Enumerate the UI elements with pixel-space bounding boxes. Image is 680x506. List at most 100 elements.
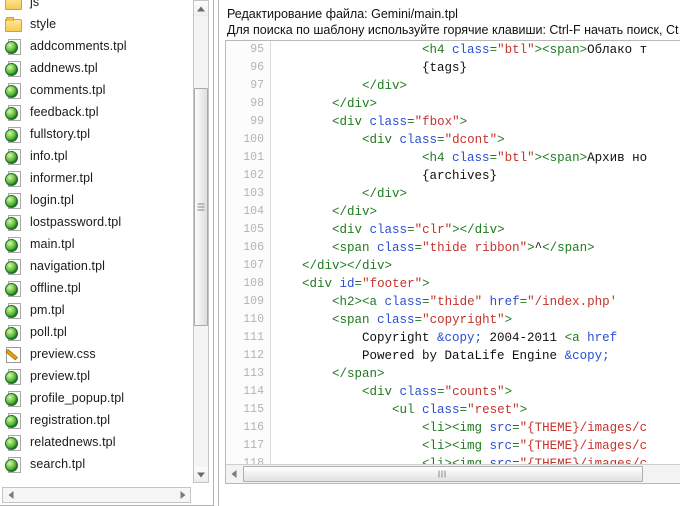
file-list-item[interactable]: navigation.tpl	[0, 255, 192, 277]
file-list-item[interactable]: js	[0, 0, 192, 13]
file-list-item[interactable]: offline.tpl	[0, 277, 192, 299]
grip-icon	[197, 203, 205, 211]
file-list-item[interactable]: style	[0, 13, 192, 35]
code-line[interactable]: <li><img src="{THEME}/images/c	[272, 419, 647, 437]
file-list-item[interactable]: comments.tpl	[0, 79, 192, 101]
scroll-down-arrow-button[interactable]	[194, 467, 208, 482]
file-list-item-label: comments.tpl	[30, 83, 106, 97]
code-line[interactable]: Copyright &copy; 2004-2011 <a href	[272, 329, 647, 347]
scroll-right-arrow-button[interactable]	[175, 488, 190, 502]
code-line[interactable]: <h4 class="btl"><span>Архив но	[272, 149, 647, 167]
code-token: ^	[534, 241, 543, 255]
line-number-gutter: 95 96 97 98 99 100 101 102 103 104 105 106 107 108 109…	[226, 41, 271, 465]
code-line[interactable]: </span>	[272, 365, 647, 383]
file-list-vertical-scrollbar[interactable]	[193, 0, 209, 483]
file-list-item[interactable]: registration.tpl	[0, 409, 192, 431]
code-token: &copy;	[564, 349, 610, 363]
code-token: </span>	[542, 241, 595, 255]
code-line[interactable]: <ul class="reset">	[272, 401, 647, 419]
code-token: "footer"	[362, 277, 423, 291]
code-line[interactable]: <h2><a class="thide" href="/index.php'	[272, 293, 647, 311]
code-token: "fbox"	[414, 115, 460, 129]
file-list-item[interactable]: preview.tpl	[0, 365, 192, 387]
code-token: <h2><a	[332, 295, 385, 309]
code-line[interactable]: <span class="thide ribbon">^</span>	[272, 239, 647, 257]
code-line[interactable]: </div>	[272, 203, 647, 221]
file-list-item[interactable]: addcomments.tpl	[0, 35, 192, 57]
code-line[interactable]: <div class="fbox">	[272, 113, 647, 131]
code-token: class	[384, 295, 423, 309]
file-list-item[interactable]: feedback.tpl	[0, 101, 192, 123]
code-line[interactable]: <div class="dcont">	[272, 131, 647, 149]
code-token: <div	[302, 277, 340, 291]
code-token: =	[437, 133, 445, 147]
code-line[interactable]: {archives}	[272, 167, 647, 185]
file-list-scroll-thumb[interactable]	[194, 88, 208, 326]
line-number: 100	[243, 133, 264, 146]
code-scroll-thumb[interactable]	[243, 466, 643, 482]
file-list-item[interactable]: searchresult.tpl	[0, 475, 192, 478]
file-list-item[interactable]: relatednews.tpl	[0, 431, 192, 453]
code-scroll-left-arrow-button[interactable]	[226, 465, 242, 483]
line-number: 97	[250, 79, 264, 92]
code-line[interactable]: <li><img src="{THEME}/images/c	[272, 437, 647, 455]
file-list[interactable]: js style addcomments.tpl addnews.tpl comment…	[0, 0, 192, 478]
template-file-icon	[5, 60, 21, 77]
code-line[interactable]: {tags}	[272, 59, 647, 77]
code-line[interactable]: <div id="footer">	[272, 275, 647, 293]
triangle-left-icon	[231, 470, 237, 478]
scroll-left-arrow-button[interactable]	[3, 488, 18, 502]
file-list-horizontal-scrollbar[interactable]	[2, 487, 191, 503]
code-token: "reset"	[467, 403, 520, 417]
file-list-item-label: preview.css	[30, 347, 96, 361]
code-token: =	[519, 295, 528, 309]
file-list-item-label: poll.tpl	[30, 325, 67, 339]
file-list-item[interactable]: search.tpl	[0, 453, 192, 475]
code-line[interactable]: <div class="clr"></div>	[272, 221, 647, 239]
scroll-up-arrow-button[interactable]	[194, 1, 208, 16]
grip-icon	[438, 470, 448, 478]
file-list-item-label: offline.tpl	[30, 281, 81, 295]
template-editor-screen: js style addcomments.tpl addnews.tpl comment…	[0, 0, 680, 506]
code-token: "{THEME}/images/c	[519, 421, 648, 435]
file-list-item[interactable]: pm.tpl	[0, 299, 192, 321]
code-scroll-area[interactable]: 95 96 97 98 99 100 101 102 103 104 105 106 107 108 109…	[226, 41, 680, 465]
code-line[interactable]: <span class="copyright">	[272, 311, 647, 329]
file-list-item-label: navigation.tpl	[30, 259, 106, 273]
code-line[interactable]: Powered by DataLife Engine &copy;	[272, 347, 647, 365]
code-line[interactable]: <h4 class="btl"><span>Облако т	[272, 41, 647, 59]
code-horizontal-scrollbar[interactable]	[226, 464, 680, 483]
file-list-item-label: pm.tpl	[30, 303, 65, 317]
file-list-item[interactable]: login.tpl	[0, 189, 192, 211]
file-list-item[interactable]: informer.tpl	[0, 167, 192, 189]
file-list-item-label: login.tpl	[30, 193, 74, 207]
template-file-icon	[5, 390, 21, 407]
code-token: class	[377, 313, 415, 327]
template-file-icon	[5, 368, 21, 385]
code-line[interactable]: <div class="counts">	[272, 383, 647, 401]
code-token: </div></div>	[302, 259, 393, 273]
code-line[interactable]: </div>	[272, 185, 647, 203]
file-list-item[interactable]: poll.tpl	[0, 321, 192, 343]
code-token: </span>	[332, 367, 385, 381]
code-line[interactable]: </div>	[272, 95, 647, 113]
code-line[interactable]: </div></div>	[272, 257, 647, 275]
file-list-item-label: info.tpl	[30, 149, 68, 163]
code-token: ></div>	[452, 223, 505, 237]
code-token: =	[407, 115, 415, 129]
code-content[interactable]: <h4 class="btl"><span>Облако т {tags} </…	[272, 41, 647, 465]
template-file-icon	[5, 38, 21, 55]
file-list-item[interactable]: addnews.tpl	[0, 57, 192, 79]
file-list-item[interactable]: profile_popup.tpl	[0, 387, 192, 409]
file-list-item[interactable]: fullstory.tpl	[0, 123, 192, 145]
file-list-item[interactable]: main.tpl	[0, 233, 192, 255]
file-list-item[interactable]: lostpassword.tpl	[0, 211, 192, 233]
code-token: id	[339, 277, 355, 291]
code-token: class	[452, 43, 490, 57]
file-list-item[interactable]: preview.css	[0, 343, 192, 365]
file-list-item[interactable]: info.tpl	[0, 145, 192, 167]
code-line[interactable]: </div>	[272, 77, 647, 95]
